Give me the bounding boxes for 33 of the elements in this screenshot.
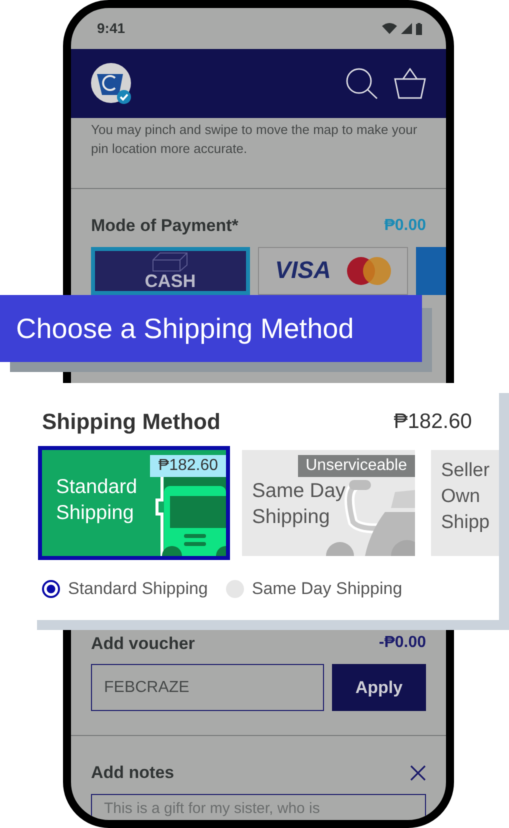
- card-title: Shipping Method: [42, 408, 220, 436]
- truck-shipping-option[interactable]: ₱182.60 Standard Shipping: [38, 446, 230, 560]
- map-hint-text: You may pinch and swipe to move the map to make your pin location more accurate.: [90, 121, 418, 158]
- status-time: 9:41: [97, 19, 126, 38]
- search-icon[interactable]: [346, 68, 378, 99]
- section-title: Mode of Payment*: [91, 215, 238, 237]
- status-tag: Unserviceable: [298, 455, 415, 477]
- option-label: Seller Own Shipp: [441, 459, 491, 535]
- box-icon: [152, 252, 188, 272]
- signal-icon: [401, 23, 412, 34]
- wifi-icon: [382, 23, 397, 34]
- logo-icon: [91, 62, 133, 104]
- close-icon[interactable]: [410, 764, 426, 781]
- card-option[interactable]: VISA: [258, 246, 408, 294]
- basket-icon[interactable]: [394, 68, 426, 99]
- payment-amount: ₱0.00: [384, 216, 426, 236]
- voucher-input[interactable]: FEBCRAZE: [91, 664, 324, 711]
- battery-icon: [416, 22, 422, 34]
- shipping-radio[interactable]: Standard Shipping: [42, 576, 208, 602]
- cash-option[interactable]: CASH: [91, 246, 250, 294]
- banner-title: Choose a Shipping Method: [0, 295, 422, 362]
- shipping-radio[interactable]: Same Day Shipping: [226, 576, 402, 602]
- option-label: Standard Shipping: [56, 475, 138, 526]
- voucher-discount: -₱0.00: [378, 633, 426, 654]
- mastercard-icon: [346, 256, 391, 284]
- visa-logo: VISA: [274, 258, 331, 282]
- price-tag: ₱182.60: [150, 455, 226, 477]
- option-label: Same Day Shipping: [252, 479, 346, 530]
- apply-button[interactable]: Apply: [332, 664, 426, 711]
- section-title: Add voucher: [91, 632, 195, 654]
- shipping-amount: ₱182.60: [394, 408, 472, 435]
- cash-label: CASH: [144, 272, 196, 290]
- section-title: Add notes: [91, 762, 174, 784]
